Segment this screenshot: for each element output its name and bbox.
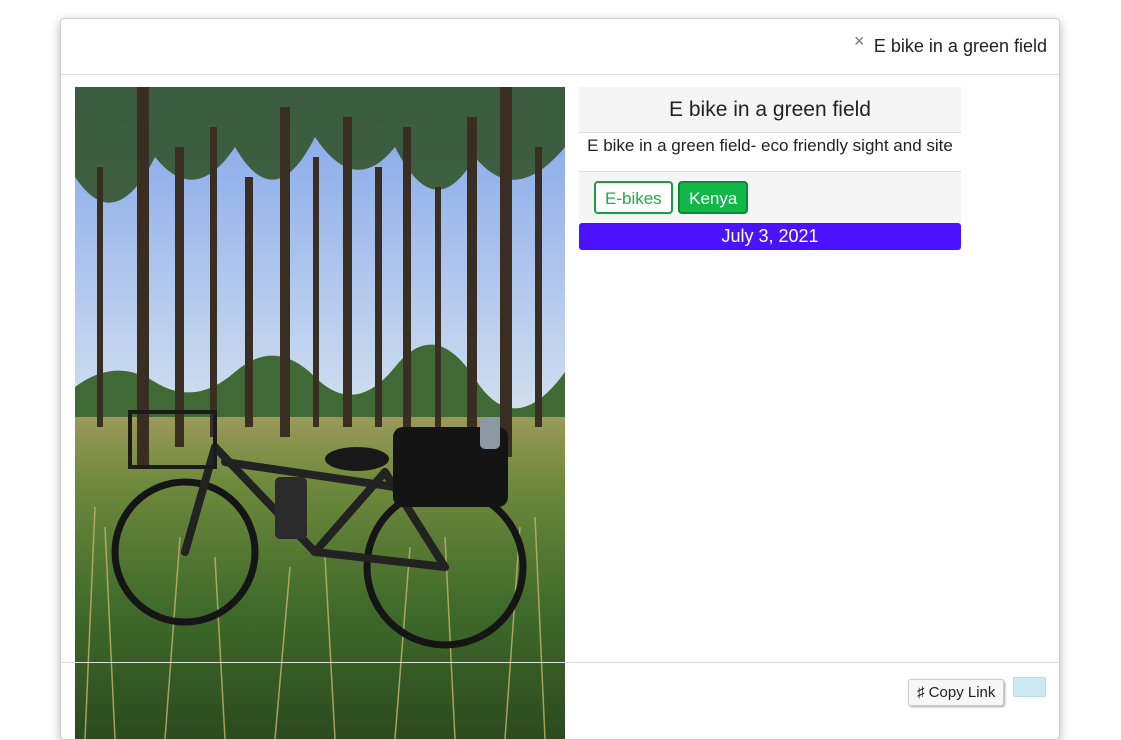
post-title: E bike in a green field	[579, 87, 961, 133]
modal-footer: ♯ Copy Link	[61, 662, 1059, 739]
hash-icon: ♯	[917, 684, 925, 701]
post-modal: × E bike in a green field E bike in a gr…	[60, 18, 1060, 740]
tag-kenya[interactable]: Kenya	[678, 181, 749, 214]
copy-link-button[interactable]: ♯ Copy Link	[908, 679, 1005, 706]
extra-button[interactable]	[1013, 677, 1046, 697]
tag-list: E-bikes Kenya	[579, 171, 961, 223]
modal-header: × E bike in a green field	[61, 19, 1059, 75]
post-image	[75, 87, 565, 739]
close-icon[interactable]: ×	[854, 32, 865, 50]
modal-title: E bike in a green field	[873, 36, 1047, 56]
tag-e-bikes[interactable]: E-bikes	[594, 181, 673, 214]
post-info: E bike in a green field E bike in a gree…	[579, 87, 961, 250]
post-date: July 3, 2021	[579, 223, 961, 250]
copy-link-label: Copy Link	[928, 684, 996, 701]
post-description: E bike in a green field- eco friendly si…	[587, 136, 953, 155]
